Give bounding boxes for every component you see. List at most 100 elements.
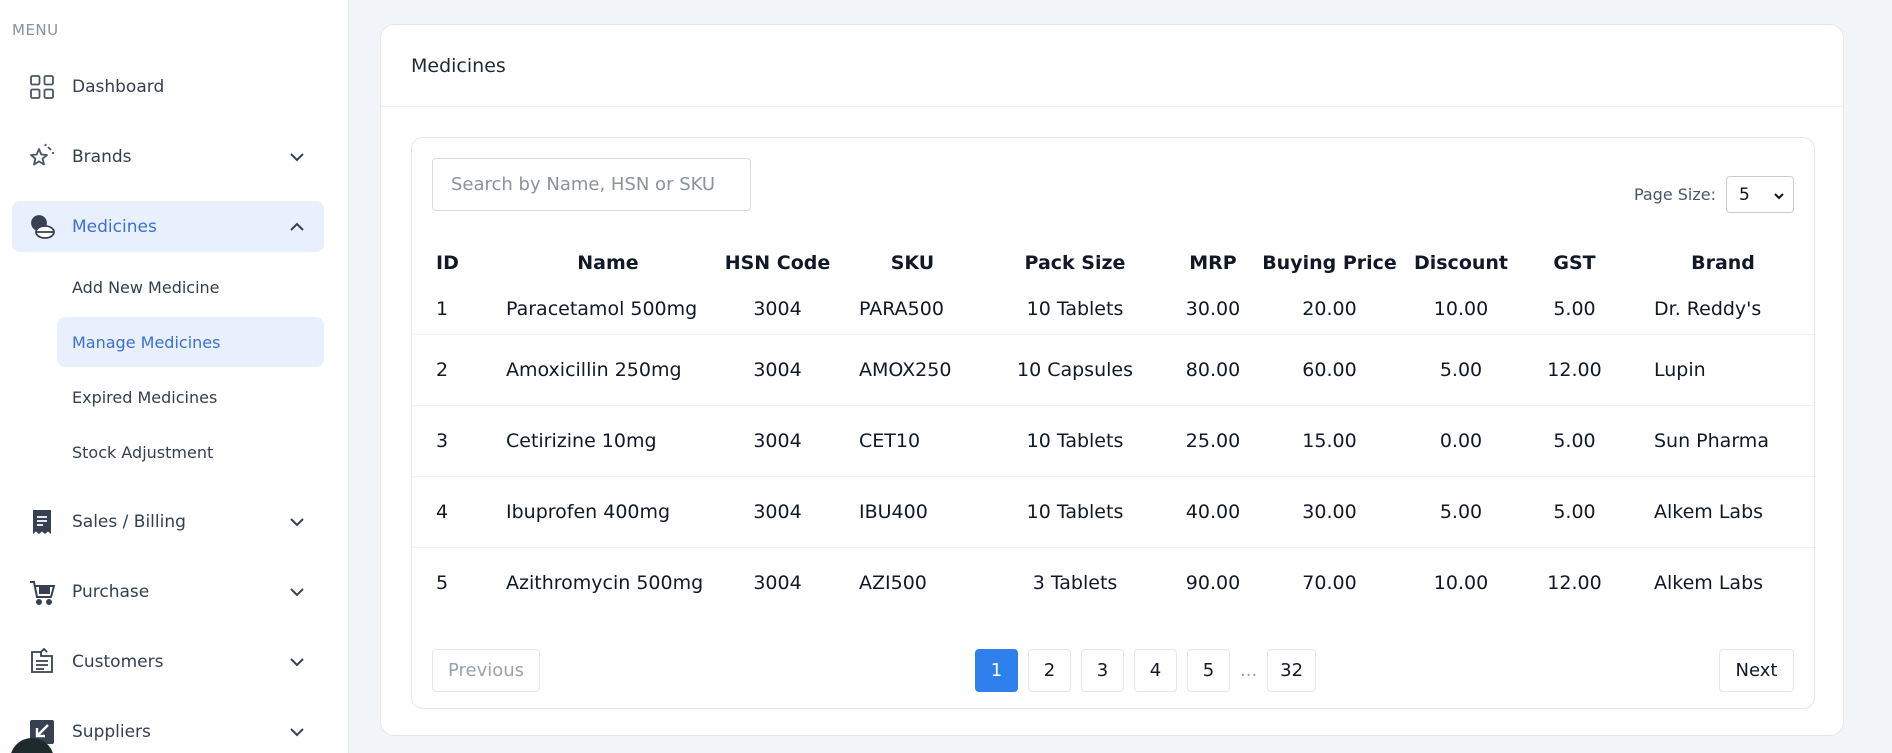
cell-gst: 5.00 [1519,475,1630,547]
column-header-pack-size[interactable]: Pack Size [980,242,1170,284]
table-row[interactable]: 5 Azithromycin 500mg 3004 AZI500 3 Tablets 90… [412,546,1816,618]
cell-buying-price: 70.00 [1256,546,1403,618]
sidebar-item-label: Sales / Billing [72,511,186,532]
sidebar: MENU Dashboard Brands Medicines Add New … [0,0,349,753]
pills-icon [28,213,56,241]
cell-brand: Alkem Labs [1630,475,1816,547]
dashboard-grid-icon [28,73,56,101]
search-input[interactable] [432,158,751,211]
cell-sku: PARA500 [859,297,944,320]
cell-pack-size: 3 Tablets [980,546,1170,618]
sidebar-subitem-label: Add New Medicine [72,277,220,297]
page-button-1[interactable]: 1 [975,649,1018,692]
sidebar-subitem-label: Expired Medicines [72,387,218,407]
page-size-select[interactable]: 5 [1726,176,1794,213]
cell-mrp: 30.00 [1185,297,1241,320]
table-row[interactable]: 1 Paracetamol 500mg 3004 PARA500 10 Tablets 3… [412,284,1816,334]
column-header-id[interactable]: ID [412,242,506,284]
sidebar-item-label: Purchase [72,581,150,602]
page-size-value: 5 [1739,184,1750,205]
cell-pack-size: 10 Capsules [980,333,1170,405]
page-button-last[interactable]: 32 [1267,649,1317,692]
sidebar-subitem-expired-medicines[interactable]: Expired Medicines [57,372,324,422]
column-header-discount[interactable]: Discount [1403,242,1519,284]
cell-brand: Dr. Reddy's [1654,297,1762,320]
cell-gst: 5.00 [1519,404,1630,476]
table-header-row: ID Name HSN Code SKU Pack Size MRP Buyin… [412,242,1816,284]
cell-gst: 12.00 [1519,546,1630,618]
column-header-hsn[interactable]: HSN Code [710,242,845,284]
menu-label: MENU [12,21,59,39]
page-button-4[interactable]: 4 [1134,649,1177,692]
column-header-brand[interactable]: Brand [1630,242,1816,284]
sidebar-subitem-manage-medicines[interactable]: Manage Medicines [57,317,324,367]
next-page-button[interactable]: Next [1719,649,1794,692]
sidebar-item-dashboard[interactable]: Dashboard [12,61,324,112]
sidebar-item-sales-billing[interactable]: Sales / Billing [12,496,324,547]
cell-brand: Alkem Labs [1630,546,1816,618]
page-button-2[interactable]: 2 [1028,649,1071,692]
page-button-3[interactable]: 3 [1081,649,1124,692]
column-header-name[interactable]: Name [506,242,710,284]
cell-gst: 12.00 [1519,333,1630,405]
cell-hsn: 3004 [710,333,845,405]
cell-name: Amoxicillin 250mg [506,333,710,405]
cell-id: 4 [412,475,506,547]
cell-mrp: 80.00 [1170,333,1256,405]
sidebar-item-label: Suppliers [72,721,151,742]
cell-mrp: 25.00 [1170,404,1256,476]
cell-sku: CET10 [845,404,980,476]
page-button-5[interactable]: 5 [1187,649,1230,692]
cell-id: 2 [412,333,506,405]
sidebar-item-label: Customers [72,651,164,672]
chevron-down-icon [288,583,306,601]
cell-sku: AMOX250 [845,333,980,405]
cell-id: 1 [436,297,449,320]
chevron-down-icon [288,723,306,741]
sidebar-subitem-stock-adjustment[interactable]: Stock Adjustment [57,427,324,477]
cell-name: Cetirizine 10mg [506,404,710,476]
cell-sku: IBU400 [845,475,980,547]
column-header-gst[interactable]: GST [1519,242,1630,284]
cell-pack-size: 10 Tablets [980,404,1170,476]
column-header-sku[interactable]: SKU [845,242,980,284]
cell-hsn: 3004 [753,297,802,320]
chevron-up-icon [288,218,306,236]
table-row[interactable]: 4 Ibuprofen 400mg 3004 IBU400 10 Tablets 40.0… [412,475,1816,547]
sidebar-subitem-label: Manage Medicines [72,332,221,352]
page-title: Medicines [411,55,506,77]
table-row[interactable]: 2 Amoxicillin 250mg 3004 AMOX250 10 Capsules… [412,333,1816,405]
column-header-mrp[interactable]: MRP [1170,242,1256,284]
sidebar-subitem-add-new-medicine[interactable]: Add New Medicine [57,262,324,312]
cell-mrp: 40.00 [1170,475,1256,547]
cell-buying-price: 15.00 [1256,404,1403,476]
cart-icon [28,578,56,606]
cell-brand: Lupin [1630,333,1816,405]
medicines-table: ID Name HSN Code SKU Pack Size MRP Buyin… [412,242,1816,618]
table-row[interactable]: 3 Cetirizine 10mg 3004 CET10 10 Tablets 25.00… [412,404,1816,476]
cell-name: Azithromycin 500mg [506,546,710,618]
cell-discount: 10.00 [1433,297,1489,320]
sidebar-item-suppliers[interactable]: Suppliers [12,706,324,753]
sidebar-item-label: Brands [72,146,132,167]
column-header-buying-price[interactable]: Buying Price [1256,242,1403,284]
cell-pack-size: 10 Tablets [1026,297,1124,320]
cell-gst: 5.00 [1553,297,1596,320]
cell-pack-size: 10 Tablets [980,475,1170,547]
sidebar-item-brands[interactable]: Brands [12,131,324,182]
previous-page-button[interactable]: Previous [432,649,540,692]
sidebar-item-customers[interactable]: Customers [12,636,324,687]
cell-discount: 5.00 [1403,333,1519,405]
sidebar-item-purchase[interactable]: Purchase [12,566,324,617]
cell-hsn: 3004 [710,546,845,618]
chevron-down-icon [288,148,306,166]
cell-brand: Sun Pharma [1630,404,1816,476]
page-size-control: Page Size: 5 [1634,176,1794,213]
cell-buying-price: 30.00 [1256,475,1403,547]
medicines-card: Medicines Page Size: 5 ID Name HSN Code [380,24,1844,736]
cell-buying-price: 60.00 [1256,333,1403,405]
medicines-table-panel: Page Size: 5 ID Name HSN Code SKU Pack S… [411,137,1816,709]
sidebar-item-medicines[interactable]: Medicines [12,201,324,252]
cell-id: 3 [412,404,506,476]
cell-name: Ibuprofen 400mg [506,475,710,547]
